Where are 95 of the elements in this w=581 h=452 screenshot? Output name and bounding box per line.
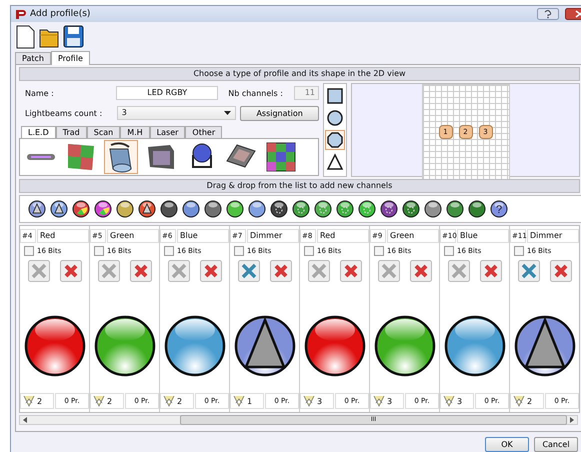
help-button[interactable] — [537, 8, 559, 20]
beam-icon — [513, 395, 525, 407]
scroll-left-icon[interactable] — [22, 417, 28, 423]
channel-type-icon[interactable] — [468, 200, 486, 218]
par-can-icon[interactable] — [104, 140, 138, 174]
new-file-icon[interactable] — [15, 25, 36, 49]
delete-button[interactable] — [480, 260, 502, 282]
beam-count-value: 3 — [317, 396, 322, 406]
channel-type-icon[interactable] — [94, 200, 112, 218]
channel-name-field[interactable]: Blue — [177, 229, 229, 243]
channel-name-field[interactable]: Dimmer — [527, 229, 579, 243]
checkbox[interactable] — [24, 246, 34, 256]
channel-name-field[interactable]: Red — [317, 229, 369, 243]
scroll-right-icon[interactable] — [569, 417, 575, 423]
beam-count-value: 3 — [387, 396, 392, 406]
channel-name-field[interactable]: Red — [37, 229, 89, 243]
field-label: Nb channels : — [228, 88, 284, 98]
channel-type-icon[interactable] — [446, 200, 464, 218]
checkbox[interactable] — [94, 246, 104, 256]
beam-icon — [93, 395, 105, 407]
channel-count-field: 11 — [294, 86, 320, 100]
channel-type-icon[interactable] — [28, 200, 46, 218]
beam-count-value: 2 — [107, 396, 112, 406]
beam-icon — [233, 395, 245, 407]
channel-type-icon[interactable] — [138, 200, 156, 218]
checkbox[interactable] — [304, 246, 314, 256]
checkbox[interactable] — [374, 246, 384, 256]
pixel-grid-icon[interactable] — [264, 140, 298, 174]
beam-count-value: 2 — [177, 396, 182, 406]
caret-icon — [224, 111, 232, 115]
category-tab[interactable]: M.H — [120, 126, 150, 138]
app-icon — [15, 9, 26, 19]
beam-icon — [443, 395, 455, 407]
channel-type-icon[interactable] — [226, 200, 244, 218]
channel-name-field[interactable]: Blue — [457, 229, 509, 243]
channel-type-icon[interactable] — [380, 200, 398, 218]
category-tab[interactable]: L.E.D — [21, 126, 56, 138]
beam-icon — [163, 395, 175, 407]
channel-type-icon[interactable] — [248, 200, 266, 218]
delete-button[interactable] — [270, 260, 292, 282]
channel-name-field[interactable]: Green — [107, 229, 159, 243]
section-header: Drag & drop from the list to add new channels — [19, 179, 580, 193]
field-label: Lightbeams count : — [25, 108, 104, 118]
beam-icon — [373, 395, 385, 407]
channel-type-icon[interactable] — [116, 200, 134, 218]
channel-name-field[interactable]: Dimmer — [247, 229, 299, 243]
channel-type-icon[interactable] — [336, 200, 354, 218]
channel-type-icon[interactable] — [204, 200, 222, 218]
category-tab[interactable]: Laser — [150, 126, 186, 138]
circle-icon[interactable] — [325, 108, 345, 128]
help-icon[interactable]: ? — [490, 200, 508, 218]
square-icon[interactable] — [325, 86, 345, 106]
ok-button[interactable]: OK — [485, 437, 529, 452]
channel-type-icon[interactable] — [50, 200, 68, 218]
channel-type-icon[interactable] — [358, 200, 376, 218]
delete-button[interactable] — [200, 260, 222, 282]
beam-count-value: 2 — [527, 396, 532, 406]
delete-button[interactable] — [340, 260, 362, 282]
assignation-button[interactable]: Assignation — [240, 106, 319, 120]
checkbox[interactable] — [444, 246, 454, 256]
beam-icon — [303, 395, 315, 407]
channel-type-icon[interactable] — [292, 200, 310, 218]
channel-type-icon[interactable] — [182, 200, 200, 218]
save-icon[interactable] — [63, 25, 84, 49]
checkbox[interactable] — [234, 246, 244, 256]
delete-button[interactable] — [130, 260, 152, 282]
field-label: Name : — [25, 88, 55, 98]
dropdown[interactable]: 3 — [116, 106, 236, 120]
channel-type-icon[interactable] — [72, 200, 90, 218]
category-tab[interactable]: Other — [185, 126, 222, 138]
tab[interactable]: Patch — [15, 52, 51, 64]
window-title: Add profile(s) — [30, 9, 90, 19]
beam-count-value: 2 — [37, 396, 42, 406]
channel-type-icon[interactable] — [160, 200, 178, 218]
beam-count-value: 1 — [247, 396, 252, 406]
checkbox[interactable] — [514, 246, 524, 256]
checkbox[interactable] — [164, 246, 174, 256]
section-header: Choose a type of profile and its shape in the 2D view — [19, 67, 580, 81]
beam-count-value: 3 — [457, 396, 462, 406]
cancel-button[interactable]: Cancel — [534, 437, 578, 452]
channel-type-icon[interactable] — [314, 200, 332, 218]
triangle-icon[interactable] — [325, 152, 345, 172]
channel-type-icon[interactable] — [270, 200, 288, 218]
channel-type-icon[interactable] — [402, 200, 420, 218]
octagon-icon[interactable] — [325, 130, 345, 150]
delete-button[interactable] — [410, 260, 432, 282]
beam-icon — [23, 395, 35, 407]
category-tab[interactable]: Scan — [86, 126, 120, 138]
channel-type-icon[interactable] — [424, 200, 442, 218]
category-tab[interactable]: Trad — [56, 126, 87, 138]
name-field[interactable]: LED RGBY — [116, 86, 218, 100]
delete-button[interactable] — [60, 260, 82, 282]
channel-name-field[interactable]: Green — [387, 229, 439, 243]
delete-button[interactable] — [550, 260, 572, 282]
tab[interactable]: Profile — [50, 51, 90, 65]
